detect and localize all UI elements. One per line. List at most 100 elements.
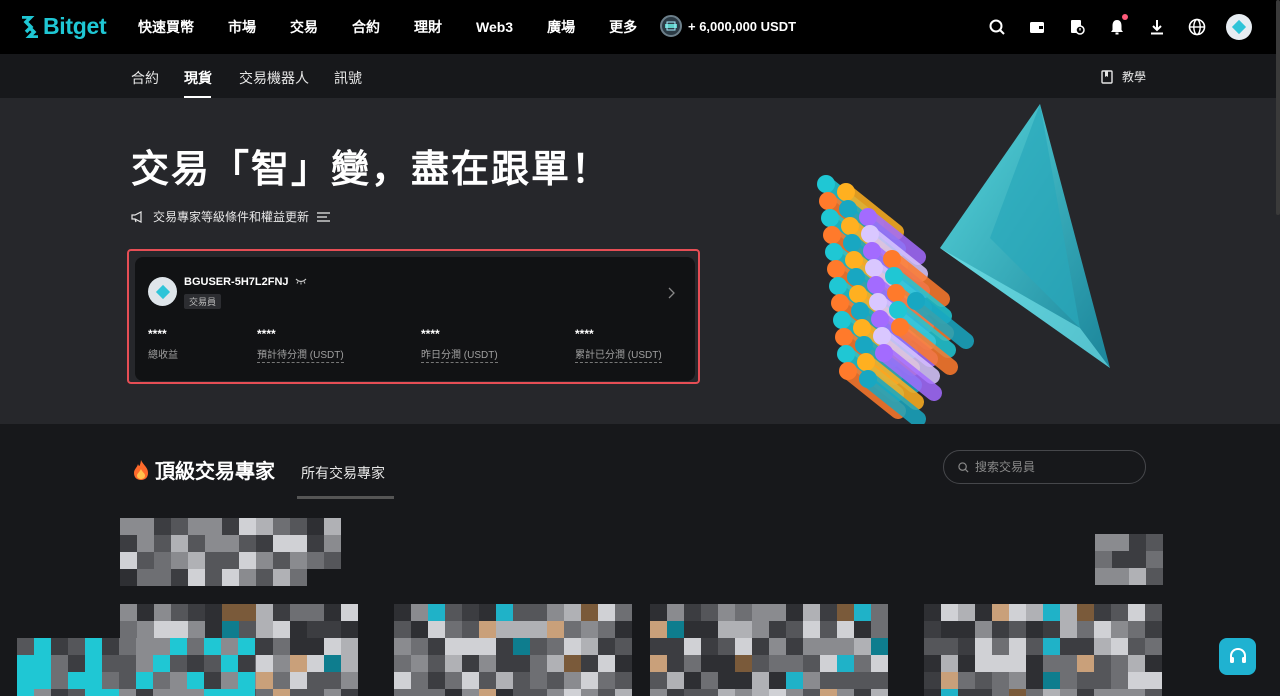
chevron-right-icon[interactable] xyxy=(667,287,675,299)
bell-icon[interactable] xyxy=(1106,14,1128,38)
experts-title-text: 頂級交易專家 xyxy=(155,461,275,483)
decorative-rod-cap xyxy=(859,370,877,388)
subnav-spot[interactable]: 現貨 xyxy=(184,68,212,88)
pixel-block xyxy=(290,518,307,535)
pixel-block xyxy=(547,655,564,672)
pixel-block xyxy=(479,672,496,689)
pixel-block xyxy=(718,655,735,672)
pixel-block xyxy=(1128,621,1145,638)
pixel-block xyxy=(564,621,581,638)
pixel-block xyxy=(1077,621,1094,638)
pixel-block xyxy=(615,604,632,621)
pixel-block xyxy=(752,689,769,696)
announcement-link[interactable]: 交易專家等級條件和權益更新 xyxy=(131,208,338,225)
hide-eye-icon[interactable] xyxy=(295,277,307,285)
nav-square[interactable]: 廣場 xyxy=(547,17,575,37)
pixel-block xyxy=(290,535,307,552)
pixel-block xyxy=(786,655,803,672)
trader-summary-card[interactable]: BGUSER-5H7L2FNJ 交易員 **** 總收益 **** 預計待分潤 … xyxy=(135,257,695,381)
user-avatar[interactable] xyxy=(1226,14,1252,40)
pixel-block xyxy=(428,672,445,689)
pixel-block xyxy=(462,655,479,672)
tutorial-link[interactable]: 教學 xyxy=(1100,68,1146,85)
pixel-block xyxy=(992,655,1009,672)
pixel-block xyxy=(154,552,171,569)
pixel-block xyxy=(102,638,119,655)
pixel-block xyxy=(290,638,307,655)
nav-futures[interactable]: 合約 xyxy=(352,17,380,37)
pixel-block xyxy=(1111,604,1128,621)
pixel-block xyxy=(1026,621,1043,638)
pixel-block xyxy=(530,672,547,689)
nav-more[interactable]: 更多 xyxy=(609,17,637,37)
decorative-rod-cap xyxy=(835,328,853,346)
pixel-block xyxy=(1111,689,1128,696)
pixel-block xyxy=(1060,638,1077,655)
globe-icon[interactable] xyxy=(1186,16,1208,38)
pixel-block xyxy=(1145,655,1162,672)
pixel-block xyxy=(136,672,153,689)
pixel-block xyxy=(684,638,701,655)
bitget-logo[interactable]: Bitget xyxy=(20,13,107,40)
promo-banner[interactable]: + 6,000,000 USDT xyxy=(660,15,796,37)
pixel-block xyxy=(718,672,735,689)
wallet-icon[interactable] xyxy=(1026,16,1048,38)
decorative-rod-cap xyxy=(837,345,855,363)
pixel-block xyxy=(735,621,752,638)
page-scrollbar[interactable] xyxy=(1276,0,1280,215)
pixel-block xyxy=(958,672,975,689)
subnav-futures[interactable]: 合約 xyxy=(131,68,159,88)
subnav-bots[interactable]: 交易機器人 xyxy=(239,68,309,88)
all-experts-tab[interactable]: 所有交易專家 xyxy=(301,463,385,483)
pixel-block xyxy=(479,655,496,672)
pixel-block xyxy=(1094,672,1111,689)
pixel-block xyxy=(496,604,513,621)
pixel-block xyxy=(239,621,256,638)
pixel-block xyxy=(615,621,632,638)
customer-support-button[interactable] xyxy=(1219,638,1256,675)
decorative-rod-cap xyxy=(829,277,847,295)
subnav-signals[interactable]: 訊號 xyxy=(334,68,362,88)
pixel-block xyxy=(273,672,290,689)
obscured-trader-list xyxy=(0,500,1280,696)
pixel-block xyxy=(204,672,221,689)
nav-markets[interactable]: 市場 xyxy=(228,17,256,37)
pixel-block xyxy=(924,604,941,621)
pixel-block xyxy=(34,672,51,689)
pixel-block xyxy=(221,689,238,696)
nav-web3[interactable]: Web3 xyxy=(476,19,513,35)
decorative-rod-cap xyxy=(865,259,883,277)
pixel-block xyxy=(51,655,68,672)
pixel-block xyxy=(684,604,701,621)
pixel-block xyxy=(85,672,102,689)
pixel-block xyxy=(307,621,324,638)
pixel-block xyxy=(273,638,290,655)
decorative-rod-cap xyxy=(837,183,855,201)
pixel-block xyxy=(837,655,854,672)
pixel-block xyxy=(1095,568,1112,585)
pixel-block xyxy=(136,655,153,672)
pixel-block xyxy=(615,689,632,696)
pixel-block xyxy=(992,672,1009,689)
pixel-block xyxy=(820,672,837,689)
pixel-block xyxy=(581,604,598,621)
pixel-block xyxy=(650,672,667,689)
pixel-block xyxy=(1026,638,1043,655)
pixel-block xyxy=(735,655,752,672)
search-icon[interactable] xyxy=(986,16,1008,38)
pixel-block xyxy=(803,655,820,672)
nav-earn[interactable]: 理財 xyxy=(414,17,442,37)
pixel-block xyxy=(170,655,187,672)
nav-quick-buy[interactable]: 快速買幣 xyxy=(138,17,194,37)
pixel-block xyxy=(153,689,170,696)
pixel-block xyxy=(17,689,34,696)
pixel-block xyxy=(290,604,307,621)
download-icon[interactable] xyxy=(1146,16,1168,38)
trader-search-input[interactable] xyxy=(975,460,1135,474)
pixel-block xyxy=(188,621,205,638)
trader-search-box[interactable] xyxy=(943,450,1146,484)
orders-icon[interactable] xyxy=(1066,16,1088,38)
pixel-block xyxy=(1111,638,1128,655)
nav-trade[interactable]: 交易 xyxy=(290,17,318,37)
pixel-block xyxy=(187,689,204,696)
